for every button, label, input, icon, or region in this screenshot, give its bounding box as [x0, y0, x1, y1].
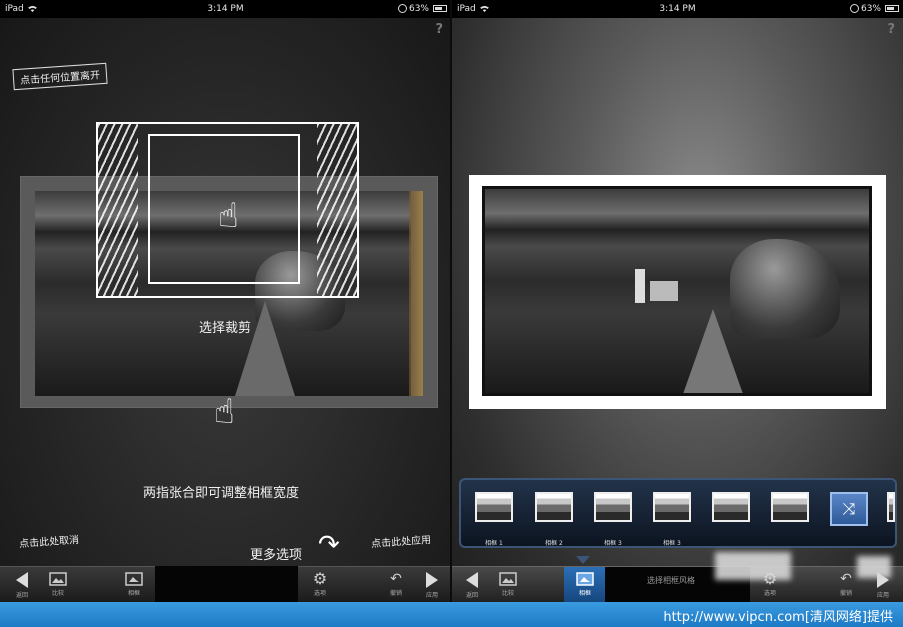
battery-icon [885, 5, 899, 12]
rock-shape [730, 239, 840, 339]
frame-label: 相框 1 [485, 540, 503, 547]
frame-label: 相框 3 [604, 540, 622, 547]
frame-label: 相框 3 [663, 540, 681, 547]
apply-arrow-icon [426, 572, 438, 588]
frame-edge [409, 191, 423, 396]
frame-thumb[interactable] [653, 492, 691, 522]
hand-pinch-icon: ☝ [214, 392, 235, 432]
undo-icon: ↶ [390, 571, 402, 587]
watermark-blur [715, 552, 791, 580]
frame-button[interactable]: 相框 [114, 567, 154, 602]
undo-button[interactable]: ↶ 撤销 [376, 567, 416, 602]
help-button[interactable]: ? [435, 22, 443, 37]
back-label: 返回 [15, 592, 28, 599]
frame-label: 相框 [578, 590, 591, 597]
watermark-blur [857, 556, 891, 578]
status-bar: iPad 3:14 PM 63% [452, 0, 903, 18]
frame-thumb[interactable] [771, 492, 809, 522]
undo-icon: ↶ [840, 571, 852, 587]
lighthouse-shape [635, 269, 645, 303]
picker-pointer [576, 556, 590, 564]
credit-text: http://www.vipcn.com[清风网络]提供 [663, 610, 893, 625]
compare-button[interactable]: 比较 [38, 567, 78, 602]
undo-label: 撤销 [389, 590, 402, 597]
clock: 3:14 PM [659, 4, 696, 14]
frame-thumb[interactable] [475, 492, 513, 522]
battery-percent: 63% [408, 4, 429, 14]
exit-hint[interactable]: 点击任何位置离开 [12, 62, 108, 91]
framed-photo[interactable] [469, 175, 886, 409]
compare-button[interactable]: 比较 [488, 567, 528, 602]
back-arrow-icon [466, 572, 478, 588]
bottom-toolbar: 返回 比较 相框 选择相框风格 ⚙ 选项 ↶ 撤销 应用 [452, 566, 903, 602]
options-button[interactable]: ⚙ 选项 [300, 567, 340, 602]
frame-thumb[interactable] [887, 492, 895, 522]
status-bar: iPad 3:14 PM 63% [0, 0, 451, 18]
stairs-shape [235, 301, 295, 396]
battery-icon [433, 5, 447, 12]
apply-button[interactable]: 应用 [412, 567, 451, 602]
frame-button[interactable]: 相框 [565, 567, 605, 602]
frame-icon [125, 572, 143, 586]
image-icon [49, 572, 67, 586]
apply-hint: 点击此处应用 [370, 534, 432, 551]
frame-label: 相框 2 [545, 540, 563, 547]
lock-icon [398, 4, 407, 13]
frame-style-hint: 选择相框风格 [647, 576, 695, 585]
options-label: 选项 [313, 590, 326, 597]
shuffle-icon[interactable]: ⤨ [830, 492, 868, 526]
back-label: 返回 [465, 592, 478, 599]
hand-tap-icon: ☝ [218, 196, 239, 236]
toolbar-center-slot [155, 566, 298, 602]
battery-percent: 63% [860, 4, 881, 14]
cancel-hint: 点击此处取消 [18, 534, 80, 551]
clock: 3:14 PM [207, 4, 244, 14]
crop-handle-left[interactable] [98, 124, 138, 296]
image-icon [499, 572, 517, 586]
frame-thumb[interactable] [535, 492, 573, 522]
compare-label: 比较 [51, 590, 64, 597]
frame-thumb[interactable] [712, 492, 750, 522]
back-button[interactable]: 返回 [2, 567, 42, 602]
lock-icon [850, 4, 859, 13]
editor-panel: iPad 3:14 PM 63% ? ⤨ 相框 1 相框 2 相框 3 相框 3 [452, 0, 903, 602]
more-options-hint: 更多选项 [250, 548, 303, 563]
gear-icon: ⚙ [312, 569, 328, 588]
undo-label: 撤销 [839, 590, 852, 597]
crop-handle-right[interactable] [317, 124, 357, 296]
back-button[interactable]: 返回 [452, 567, 492, 602]
stairs-shape [683, 309, 743, 393]
photo-image [482, 186, 872, 396]
frame-label: 相框 [127, 590, 140, 597]
apply-label: 应用 [425, 592, 438, 599]
back-arrow-icon [16, 572, 28, 588]
crop-caption: 选择裁剪 [199, 321, 252, 336]
frame-icon [576, 572, 594, 586]
options-label: 选项 [763, 590, 776, 597]
pinch-caption: 两指张合即可调整相框宽度 [143, 486, 300, 501]
house-shape [650, 281, 678, 301]
credit-footer: http://www.vipcn.com[清风网络]提供 [0, 602, 903, 627]
apply-label: 应用 [876, 592, 889, 599]
curved-arrow-icon: ↷ [318, 530, 340, 560]
frame-picker: ⤨ 相框 1 相框 2 相框 3 相框 3 [459, 478, 897, 548]
compare-label: 比较 [501, 590, 514, 597]
frame-thumb[interactable] [594, 492, 632, 522]
help-button[interactable]: ? [887, 22, 895, 37]
tutorial-panel: iPad 3:14 PM 63% ? 点击任何位置离开 ☝ 选择裁剪 ☝ 两指张… [0, 0, 451, 602]
